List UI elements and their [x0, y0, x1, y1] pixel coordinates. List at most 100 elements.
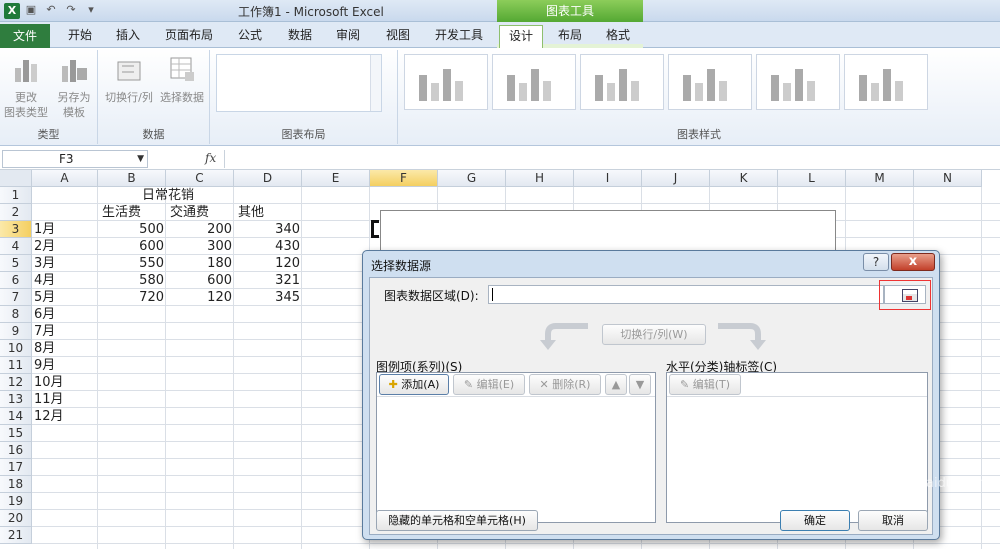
tab-insert[interactable]: 插入 — [106, 25, 150, 47]
month-cell[interactable]: 2月 — [32, 238, 57, 255]
month-cell[interactable]: 7月 — [32, 323, 57, 340]
customize-icon[interactable]: ▾ — [84, 3, 98, 16]
column-header-h[interactable]: H — [506, 170, 574, 187]
move-down-button[interactable]: ▼ — [629, 374, 651, 395]
row-header-17[interactable]: 17 — [0, 459, 32, 476]
row-header-7[interactable]: 7 — [0, 289, 32, 306]
header-cell-other[interactable]: 其他 — [236, 204, 266, 221]
chart-style-6[interactable] — [844, 54, 928, 110]
row-header-2[interactable]: 2 — [0, 204, 32, 221]
chart-style-3[interactable] — [580, 54, 664, 110]
chart-layout-gallery[interactable] — [216, 54, 382, 112]
row-header-6[interactable]: 6 — [0, 272, 32, 289]
row-header-10[interactable]: 10 — [0, 340, 32, 357]
gallery-scrollbar[interactable] — [370, 55, 381, 111]
chart-style-2[interactable] — [492, 54, 576, 110]
close-button[interactable]: x — [891, 253, 935, 271]
month-cell[interactable]: 3月 — [32, 255, 57, 272]
value-cell[interactable]: 120 — [166, 289, 234, 306]
hidden-empty-cells-button[interactable]: 隐藏的单元格和空单元格(H) — [376, 510, 538, 531]
row-header-14[interactable]: 14 — [0, 408, 32, 425]
name-box-dropdown-icon[interactable]: ▼ — [137, 151, 144, 167]
value-cell[interactable]: 430 — [234, 238, 302, 255]
column-header-f[interactable]: F — [370, 170, 438, 187]
month-cell[interactable]: 12月 — [32, 408, 66, 425]
undo-icon[interactable]: ↶ — [44, 3, 58, 16]
add-series-button[interactable]: ✚ 添加(A) — [379, 374, 449, 395]
chart-style-4[interactable] — [668, 54, 752, 110]
column-header-l[interactable]: L — [778, 170, 846, 187]
value-cell[interactable]: 340 — [234, 221, 302, 238]
sheet-title-cell[interactable]: 日常花销 — [140, 187, 196, 204]
save-icon[interactable]: ▣ — [24, 3, 38, 16]
name-box[interactable]: F3 ▼ — [2, 150, 148, 168]
tab-format[interactable]: 格式 — [596, 25, 640, 47]
value-cell[interactable]: 345 — [234, 289, 302, 306]
month-cell[interactable]: 5月 — [32, 289, 57, 306]
row-header-16[interactable]: 16 — [0, 442, 32, 459]
row-header-15[interactable]: 15 — [0, 425, 32, 442]
month-cell[interactable]: 8月 — [32, 340, 57, 357]
row-header-20[interactable]: 20 — [0, 510, 32, 527]
cancel-button[interactable]: 取消 — [858, 510, 928, 531]
column-header-c[interactable]: C — [166, 170, 234, 187]
help-button[interactable]: ? — [863, 253, 889, 271]
row-header-18[interactable]: 18 — [0, 476, 32, 493]
value-cell[interactable]: 120 — [234, 255, 302, 272]
edit-series-button[interactable]: ✎ 编辑(E) — [453, 374, 525, 395]
chart-data-range-input[interactable] — [488, 285, 884, 304]
value-cell[interactable]: 500 — [98, 221, 166, 238]
chart-style-1[interactable] — [404, 54, 488, 110]
tab-page-layout[interactable]: 页面布局 — [156, 25, 222, 47]
tab-review[interactable]: 审阅 — [326, 25, 370, 47]
tab-design[interactable]: 设计 — [499, 25, 543, 49]
value-cell[interactable]: 720 — [98, 289, 166, 306]
month-cell[interactable]: 10月 — [32, 374, 66, 391]
column-header-m[interactable]: M — [846, 170, 914, 187]
series-list[interactable]: ✚ 添加(A) ✎ 编辑(E) ✕ 删除(R) ▲ ▼ — [376, 372, 656, 523]
month-cell[interactable]: 11月 — [32, 391, 66, 408]
tab-formulas[interactable]: 公式 — [228, 25, 272, 47]
month-cell[interactable]: 9月 — [32, 357, 57, 374]
tab-home[interactable]: 开始 — [58, 25, 102, 47]
fx-icon[interactable]: fx — [205, 151, 216, 165]
value-cell[interactable]: 321 — [234, 272, 302, 289]
select-data-button[interactable]: 选择数据 — [156, 54, 208, 105]
tab-layout[interactable]: 布局 — [548, 25, 592, 47]
value-cell[interactable]: 600 — [166, 272, 234, 289]
month-cell[interactable]: 4月 — [32, 272, 57, 289]
row-header-12[interactable]: 12 — [0, 374, 32, 391]
column-header-j[interactable]: J — [642, 170, 710, 187]
row-header-5[interactable]: 5 — [0, 255, 32, 272]
chart-style-5[interactable] — [756, 54, 840, 110]
row-header-3[interactable]: 3 — [0, 221, 32, 238]
row-header-19[interactable]: 19 — [0, 493, 32, 510]
row-header-21[interactable]: 21 — [0, 527, 32, 544]
change-chart-type-button[interactable]: 更改 图表类型 — [2, 54, 50, 120]
month-cell[interactable]: 6月 — [32, 306, 57, 323]
row-header-9[interactable]: 9 — [0, 323, 32, 340]
value-cell[interactable]: 550 — [98, 255, 166, 272]
select-all-corner[interactable] — [0, 170, 32, 187]
header-cell-living[interactable]: 生活费 — [100, 204, 143, 221]
header-cell-transport[interactable]: 交通费 — [168, 204, 211, 221]
redo-icon[interactable]: ↷ — [64, 3, 78, 16]
row-header-11[interactable]: 11 — [0, 357, 32, 374]
switch-row-col-button[interactable]: 切换行/列 — [102, 54, 156, 105]
column-header-k[interactable]: K — [710, 170, 778, 187]
edit-axis-labels-button[interactable]: ✎ 编辑(T) — [669, 374, 741, 395]
column-header-i[interactable]: I — [574, 170, 642, 187]
tab-view[interactable]: 视图 — [376, 25, 420, 47]
row-header-13[interactable]: 13 — [0, 391, 32, 408]
tab-developer[interactable]: 开发工具 — [426, 25, 492, 47]
move-up-button[interactable]: ▲ — [605, 374, 627, 395]
column-header-e[interactable]: E — [302, 170, 370, 187]
delete-series-button[interactable]: ✕ 删除(R) — [529, 374, 601, 395]
value-cell[interactable]: 300 — [166, 238, 234, 255]
value-cell[interactable]: 600 — [98, 238, 166, 255]
column-header-d[interactable]: D — [234, 170, 302, 187]
row-header-1[interactable]: 1 — [0, 187, 32, 204]
ok-button[interactable]: 确定 — [780, 510, 850, 531]
switch-row-column-button[interactable]: 切换行/列(W) — [602, 324, 706, 345]
tab-file[interactable]: 文件 — [0, 24, 50, 48]
